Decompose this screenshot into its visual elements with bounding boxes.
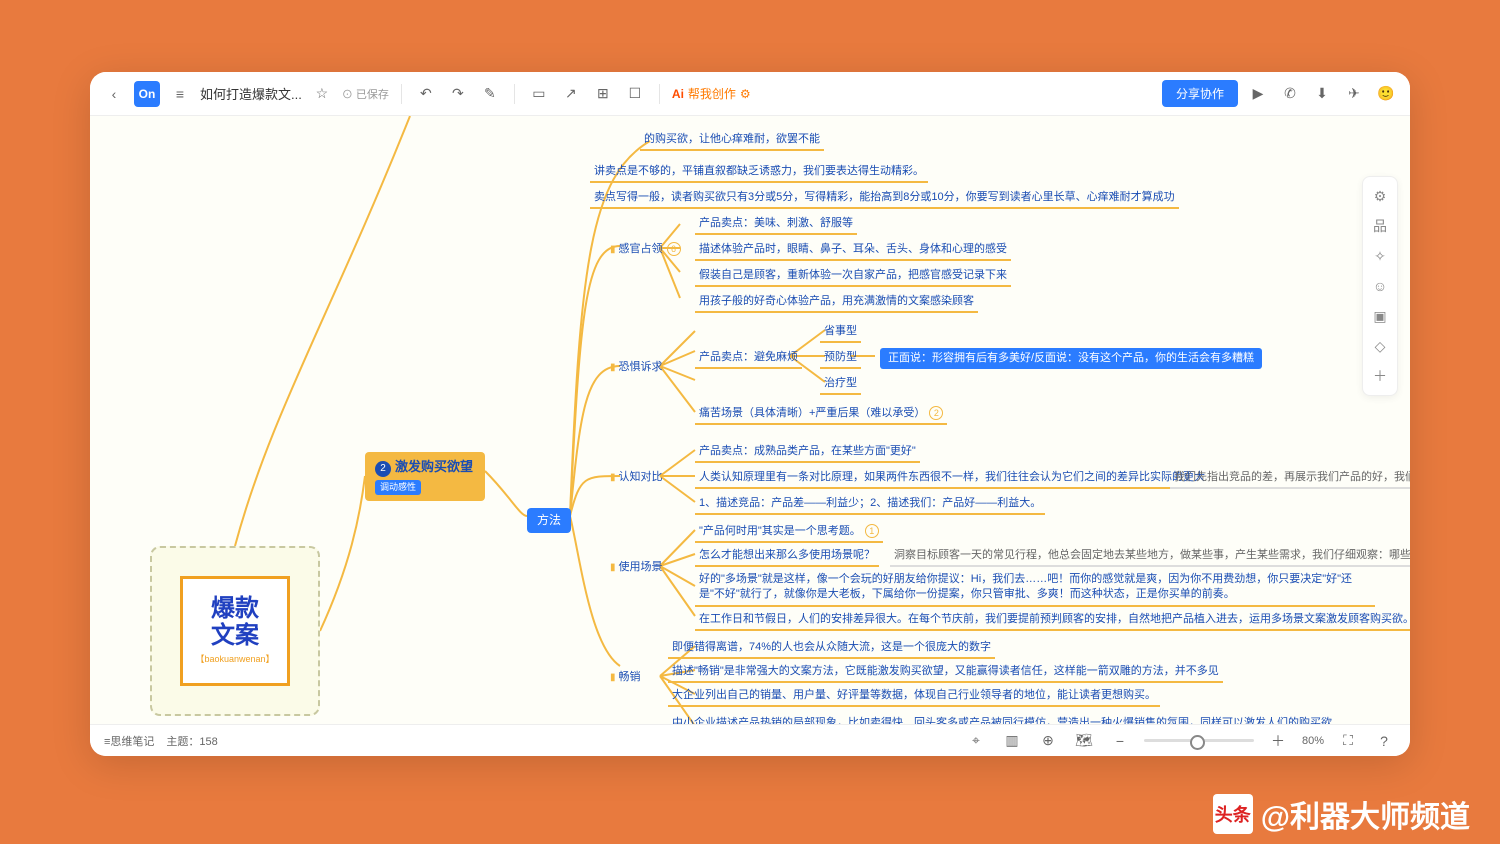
leaf[interactable]: 描述体验产品时，眼睛、鼻子、耳朵、舌头、身体和心理的感受: [695, 242, 1011, 261]
toolbar: ‹ On ≡ 如何打造爆款文... ☆ ⊙ 已保存 ↶ ↷ ✎ ▭ ↗ ⊞ ☐ …: [90, 72, 1410, 116]
sparkle-icon[interactable]: ✧: [1371, 247, 1389, 265]
leaf[interactable]: 好的"多场景"就是这样，像一个会玩的好朋友给你提议：Hi，我们去……吧！而你的感…: [695, 572, 1375, 607]
branch-scene[interactable]: ▮使用场景: [610, 560, 663, 575]
add-icon[interactable]: ＋: [1371, 367, 1389, 385]
emoji-icon[interactable]: ☺: [1371, 277, 1389, 295]
style-icon[interactable]: ⚙: [1371, 187, 1389, 205]
branch-cognition[interactable]: ▮认知对比: [610, 470, 663, 485]
zoom-slider[interactable]: [1144, 739, 1254, 742]
leaf[interactable]: "产品何时用"其实是一个思考题。1: [695, 524, 883, 543]
root-node[interactable]: 爆款 文案 【baokuanwenan】: [150, 546, 320, 716]
document-title[interactable]: 如何打造爆款文...: [200, 84, 302, 103]
leaf[interactable]: 卖点写得一般，读者购买欲只有3分或5分，写得精彩，能抬高到8分或10分，你要写到…: [590, 190, 1179, 209]
locate-icon[interactable]: ⌖: [964, 729, 988, 753]
branch-sales[interactable]: ▮畅销: [610, 670, 641, 685]
help-icon[interactable]: ?: [1372, 729, 1396, 753]
watermark-logo: 头条: [1213, 794, 1253, 834]
share-button[interactable]: 分享协作: [1162, 80, 1238, 107]
leaf[interactable]: 即便错得离谱，74%的人也会从众随大流，这是一个很庞大的数字: [668, 640, 995, 659]
topic-count: 主题：158: [166, 733, 217, 749]
node-stimulate-desire[interactable]: 2激发购买欲望 调动感性: [365, 452, 485, 501]
download-icon[interactable]: ⬇: [1310, 82, 1334, 106]
zoom-in-button[interactable]: ＋: [1266, 729, 1290, 753]
leaf[interactable]: 用孩子般的好奇心体验产品，用充满激情的文案感染顾客: [695, 294, 978, 313]
leaf[interactable]: 产品卖点：美味、刺激、舒服等: [695, 216, 857, 235]
fear-highlight[interactable]: 正面说：形容拥有后有多美好/反面说：没有这个产品，你的生活会有多糟糕: [880, 348, 1262, 369]
watermark: 头条 @利器大师频道: [1213, 792, 1470, 836]
image-icon[interactable]: ▣: [1371, 307, 1389, 325]
leaf[interactable]: 痛苦场景（具体清晰）+严重后果（难以承受）2: [695, 406, 947, 425]
mindmap-canvas[interactable]: 爆款 文案 【baokuanwenan】 2激发购买欲望 调动感性 方法 的购买…: [90, 116, 1410, 724]
fit-icon[interactable]: ⊕: [1036, 729, 1060, 753]
back-button[interactable]: ‹: [102, 82, 126, 106]
root-content: 爆款 文案 【baokuanwenan】: [180, 576, 290, 686]
zoom-level: 80%: [1302, 735, 1324, 747]
format-painter-icon[interactable]: ✎: [478, 82, 502, 106]
leaf[interactable]: 假装自己是顾客，重新体验一次自家产品，把感官感受记录下来: [695, 268, 1011, 287]
present-icon[interactable]: ▶: [1246, 82, 1270, 106]
tool-4-icon[interactable]: ☐: [623, 82, 647, 106]
leaf[interactable]: 怎么才能想出来那么多使用场景呢？: [695, 548, 879, 567]
leaf[interactable]: 预防型: [820, 350, 861, 369]
right-tool-rail: ⚙ 品 ✧ ☺ ▣ ◇ ＋: [1362, 176, 1398, 396]
leaf[interactable]: 中小企业描述产品热销的局部现象，比如卖得快、回头客多或产品被同行模仿，营造出一种…: [668, 716, 1336, 724]
leaf[interactable]: 讲卖点是不够的，平铺直叙都缺乏诱惑力，我们要表达得生动精彩。: [590, 164, 928, 183]
redo-button[interactable]: ↷: [446, 82, 470, 106]
leaf[interactable]: 洞察目标顾客一天的常见行程，他总会固定地去某些地方，做某些事，产生某些需求，我们…: [890, 548, 1410, 567]
leaf[interactable]: 治疗型: [820, 376, 861, 395]
branch-fear[interactable]: ▮恐惧诉求: [610, 360, 663, 375]
tool-2-icon[interactable]: ↗: [559, 82, 583, 106]
undo-button[interactable]: ↶: [414, 82, 438, 106]
fullscreen-icon[interactable]: ⛶: [1336, 729, 1360, 753]
statusbar: ≡思维笔记 主题：158 ⌖ ▥ ⊕ 🗺 − ＋ 80% ⛶ ?: [90, 724, 1410, 756]
leaf[interactable]: 产品卖点：成熟品类产品，在某些方面"更好": [695, 444, 920, 463]
leaf[interactable]: 在工作日和节假日，人们的安排差异很大。在每个节庆前，我们要提前预判顾客的安排，自…: [695, 612, 1410, 631]
leaf[interactable]: 省事型: [820, 324, 861, 343]
branch-sense[interactable]: ▮感官占领6: [610, 242, 681, 257]
phone-icon[interactable]: ✆: [1278, 82, 1302, 106]
tool-3-icon[interactable]: ⊞: [591, 82, 615, 106]
star-icon[interactable]: ☆: [310, 82, 334, 106]
app-window: ‹ On ≡ 如何打造爆款文... ☆ ⊙ 已保存 ↶ ↷ ✎ ▭ ↗ ⊞ ☐ …: [90, 72, 1410, 756]
send-icon[interactable]: ✈: [1342, 82, 1366, 106]
menu-icon[interactable]: ≡: [168, 82, 192, 106]
leaf[interactable]: 1、描述竞品：产品差——利益少；2、描述我们：产品好——利益大。: [695, 496, 1045, 515]
leaf[interactable]: 产品卖点：避免麻烦: [695, 350, 802, 369]
node-method[interactable]: 方法: [527, 508, 571, 533]
zoom-out-button[interactable]: −: [1108, 729, 1132, 753]
mode-label[interactable]: ≡思维笔记: [104, 733, 154, 749]
leaf[interactable]: 大企业列出自己的销量、用户量、好评量等数据，体现自己行业领导者的地位，能让读者更…: [668, 688, 1160, 707]
save-status: ⊙ 已保存: [342, 86, 389, 102]
watermark-handle: @利器大师频道: [1261, 792, 1470, 836]
leaf[interactable]: 人类认知原理里有一条对比原理，如果两件东西很不一样，我们往往会认为它们之间的差异…: [695, 470, 1209, 489]
leaf[interactable]: 的购买欲，让他心痒难耐，欲罢不能: [640, 132, 824, 151]
structure-icon[interactable]: 品: [1371, 217, 1389, 235]
tag-icon[interactable]: ◇: [1371, 337, 1389, 355]
layout-icon[interactable]: ▥: [1000, 729, 1024, 753]
app-logo[interactable]: On: [134, 81, 160, 107]
leaf[interactable]: 我们先指出竞品的差，再展示我们产品的好，我们: [1170, 470, 1410, 489]
ai-create-button[interactable]: Ai帮我创作 ⚙: [672, 85, 751, 102]
avatar[interactable]: 🙂: [1374, 82, 1398, 106]
map-icon[interactable]: 🗺: [1072, 729, 1096, 753]
tool-1-icon[interactable]: ▭: [527, 82, 551, 106]
leaf[interactable]: 描述"畅销"是非常强大的文案方法，它既能激发购买欲望，又能赢得读者信任，这样能一…: [668, 664, 1223, 683]
